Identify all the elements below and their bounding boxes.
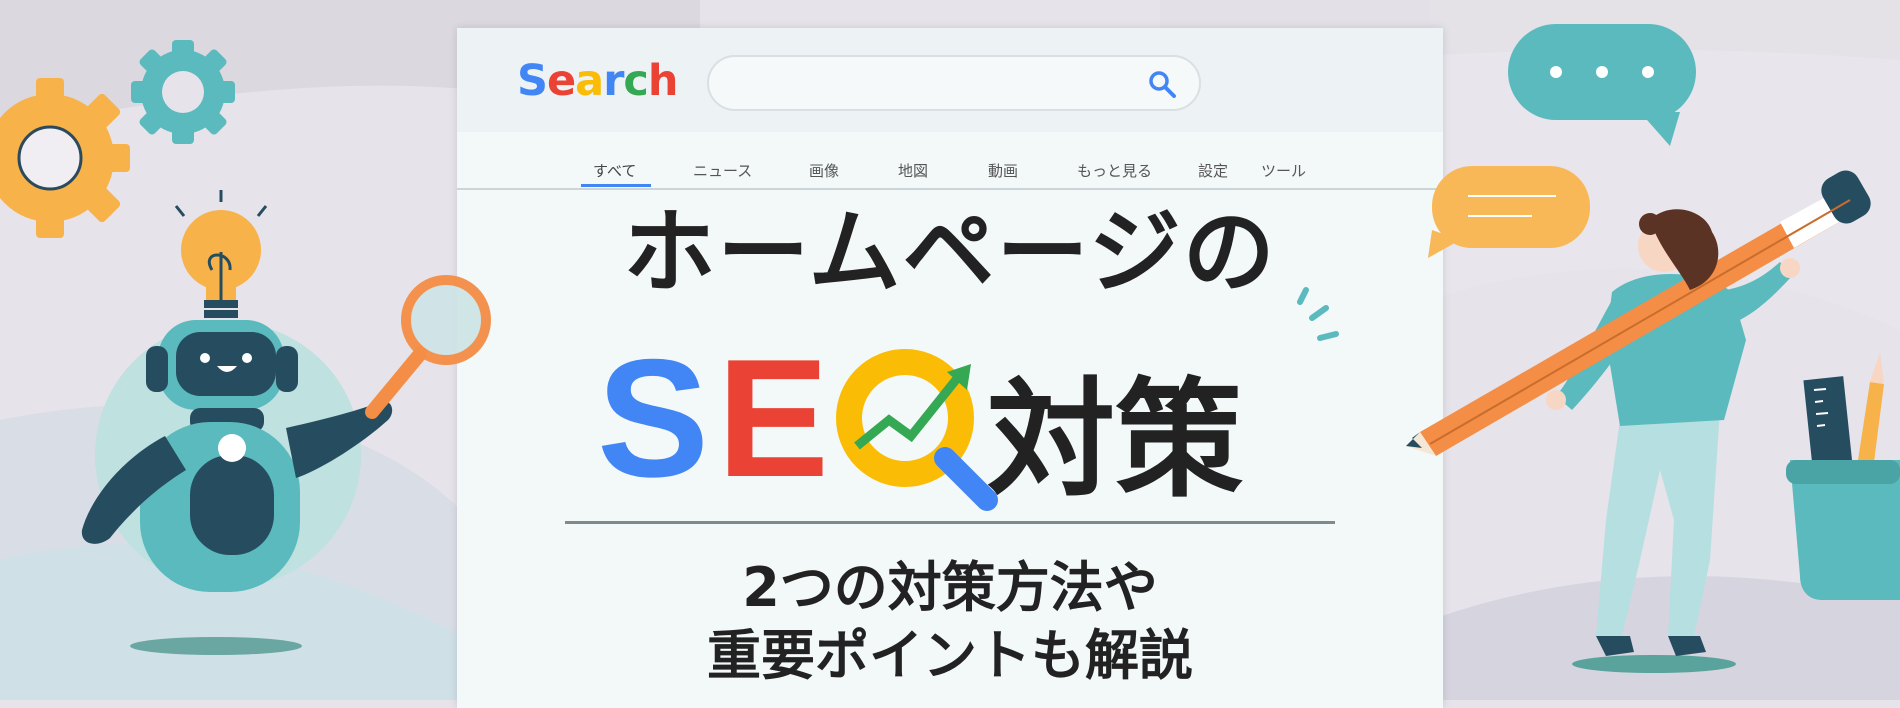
seo-heading: S E 対策 <box>597 324 1317 515</box>
seo-letter-s: S <box>597 324 710 512</box>
seo-letter-e: E <box>717 324 830 512</box>
search-header: Search <box>457 28 1443 132</box>
seo-measures-text: 対策 <box>987 366 1244 515</box>
search-card: Search すべて ニュース 画像 地図 動画 もっと見る 設定 ツール ホー… <box>457 28 1443 708</box>
headline-title: ホームページの <box>623 199 1277 306</box>
search-icon[interactable] <box>1147 69 1177 99</box>
divider <box>565 521 1335 524</box>
seo-letter-o-magnifier-icon <box>836 349 998 511</box>
search-logo[interactable]: Search <box>517 56 679 106</box>
search-input[interactable] <box>707 55 1201 111</box>
subtitle-line-2: 重要ポイントも解説 <box>707 624 1193 687</box>
